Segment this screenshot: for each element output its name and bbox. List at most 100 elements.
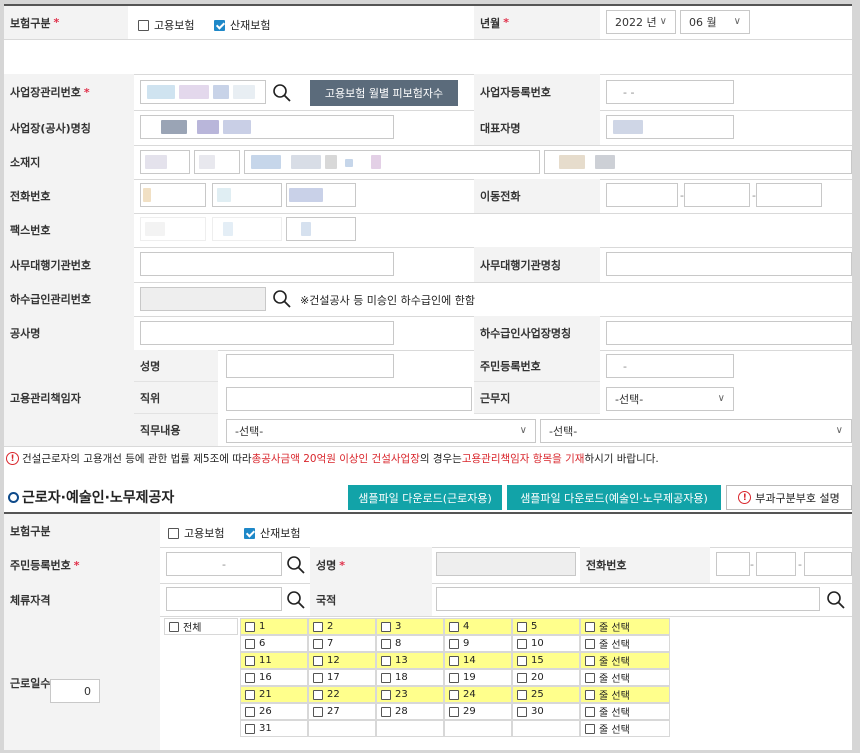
checkbox-box[interactable] bbox=[449, 672, 459, 683]
day-checkbox-29[interactable]: 29 bbox=[444, 703, 512, 720]
row-select-checkbox[interactable]: 줄 선택 bbox=[580, 635, 670, 652]
checkbox-box[interactable] bbox=[517, 689, 527, 700]
day-checkbox-21[interactable]: 21 bbox=[240, 686, 308, 703]
address-detail-input[interactable] bbox=[544, 150, 852, 174]
day-checkbox-28[interactable]: 28 bbox=[376, 703, 444, 720]
row-select-checkbox[interactable]: 줄 선택 bbox=[580, 652, 670, 669]
checkbox-box[interactable] bbox=[517, 706, 527, 717]
day-checkbox-17[interactable]: 17 bbox=[308, 669, 376, 686]
month-select[interactable]: 06 월 ∨ bbox=[680, 10, 750, 34]
project-input[interactable] bbox=[140, 321, 394, 345]
checkbox-box[interactable] bbox=[381, 689, 391, 700]
duty-select-2[interactable]: -선택- ∨ bbox=[540, 419, 852, 443]
checkbox-box[interactable] bbox=[245, 672, 255, 683]
row-select-checkbox[interactable]: 줄 선택 bbox=[580, 703, 670, 720]
manager-position-input[interactable] bbox=[226, 387, 472, 411]
duty-select-1[interactable]: -선택- ∨ bbox=[226, 419, 536, 443]
checkbox-box[interactable] bbox=[245, 655, 255, 666]
subcon-name-input[interactable] bbox=[606, 321, 852, 345]
phone-input-2[interactable] bbox=[212, 183, 282, 207]
day-checkbox-13[interactable]: 13 bbox=[376, 652, 444, 669]
day-checkbox-10[interactable]: 10 bbox=[512, 635, 580, 652]
search-icon[interactable] bbox=[826, 590, 846, 610]
checkbox-box[interactable] bbox=[585, 672, 595, 683]
rep-name-input[interactable] bbox=[606, 115, 734, 139]
day-checkbox-8[interactable]: 8 bbox=[376, 635, 444, 652]
worker-employment-checkbox[interactable]: 고용보험 bbox=[168, 525, 224, 541]
day-checkbox-16[interactable]: 16 bbox=[240, 669, 308, 686]
fax-input-1[interactable] bbox=[140, 217, 206, 241]
day-checkbox-26[interactable]: 26 bbox=[240, 703, 308, 720]
stay-status-input[interactable] bbox=[166, 587, 282, 611]
checkbox-box[interactable] bbox=[313, 689, 323, 700]
zip-input-2[interactable] bbox=[194, 150, 240, 174]
checkbox-box[interactable] bbox=[449, 621, 459, 632]
agency-name-input[interactable] bbox=[606, 252, 852, 276]
employment-insurance-checkbox[interactable]: 고용보험 bbox=[138, 17, 194, 33]
day-checkbox-6[interactable]: 6 bbox=[240, 635, 308, 652]
day-checkbox-9[interactable]: 9 bbox=[444, 635, 512, 652]
worker-phone-input-3[interactable] bbox=[804, 552, 852, 576]
biz-reg-no-input[interactable]: - - bbox=[606, 80, 734, 104]
row-select-checkbox[interactable]: 줄 선택 bbox=[580, 669, 670, 686]
day-checkbox-22[interactable]: 22 bbox=[308, 686, 376, 703]
checkbox-box[interactable] bbox=[245, 638, 255, 649]
sample-download-artist-button[interactable]: 샘플파일 다운로드(예술인·노무제공자용) bbox=[507, 485, 721, 510]
checkbox-box[interactable] bbox=[517, 672, 527, 683]
day-checkbox-7[interactable]: 7 bbox=[308, 635, 376, 652]
day-checkbox-12[interactable]: 12 bbox=[308, 652, 376, 669]
industrial-insurance-checkbox[interactable]: 산재보험 bbox=[214, 17, 270, 33]
checkbox-box[interactable] bbox=[313, 672, 323, 683]
row-select-checkbox[interactable]: 줄 선택 bbox=[580, 686, 670, 703]
checkbox-box[interactable] bbox=[313, 655, 323, 666]
day-checkbox-24[interactable]: 24 bbox=[444, 686, 512, 703]
checkbox-box[interactable] bbox=[517, 621, 527, 632]
day-checkbox-2[interactable]: 2 bbox=[308, 618, 376, 635]
checkbox-box[interactable] bbox=[517, 655, 527, 666]
checkbox-box[interactable] bbox=[381, 655, 391, 666]
day-checkbox-25[interactable]: 25 bbox=[512, 686, 580, 703]
workdays-input[interactable]: 0 bbox=[50, 679, 100, 703]
zip-input-1[interactable] bbox=[140, 150, 190, 174]
day-checkbox-19[interactable]: 19 bbox=[444, 669, 512, 686]
checkbox-box[interactable] bbox=[245, 706, 255, 717]
phone-input-1[interactable] bbox=[140, 183, 206, 207]
phone-input-3[interactable] bbox=[286, 183, 356, 207]
fax-input-2[interactable] bbox=[212, 217, 282, 241]
checkbox-box[interactable] bbox=[585, 689, 595, 700]
checkbox-box[interactable] bbox=[381, 672, 391, 683]
day-checkbox-15[interactable]: 15 bbox=[512, 652, 580, 669]
checkbox-box[interactable] bbox=[381, 621, 391, 632]
checkbox-box[interactable] bbox=[313, 621, 323, 632]
agency-no-input[interactable] bbox=[140, 252, 394, 276]
checkbox-box[interactable] bbox=[381, 638, 391, 649]
search-icon[interactable] bbox=[286, 590, 306, 610]
day-checkbox-3[interactable]: 3 bbox=[376, 618, 444, 635]
checkbox-box[interactable] bbox=[381, 706, 391, 717]
checkbox-box[interactable] bbox=[245, 723, 255, 734]
select-all-checkbox[interactable]: 전체 bbox=[164, 618, 238, 635]
search-icon[interactable] bbox=[272, 83, 292, 103]
checkbox-box[interactable] bbox=[449, 655, 459, 666]
row-select-checkbox[interactable]: 줄 선택 bbox=[580, 618, 670, 635]
day-checkbox-4[interactable]: 4 bbox=[444, 618, 512, 635]
worker-phone-input-1[interactable] bbox=[716, 552, 750, 576]
sample-download-worker-button[interactable]: 샘플파일 다운로드(근로자용) bbox=[348, 485, 502, 510]
year-select[interactable]: 2022 년 ∨ bbox=[606, 10, 676, 34]
checkbox-box[interactable] bbox=[449, 689, 459, 700]
fax-input-3[interactable] bbox=[286, 217, 356, 241]
mobile-input-2[interactable] bbox=[684, 183, 750, 207]
manager-name-input[interactable] bbox=[226, 354, 394, 378]
day-checkbox-14[interactable]: 14 bbox=[444, 652, 512, 669]
checkbox-box[interactable] bbox=[313, 706, 323, 717]
checkbox-box[interactable] bbox=[585, 655, 595, 666]
worker-rrn-input[interactable]: - bbox=[166, 552, 282, 576]
checkbox-box[interactable] bbox=[585, 706, 595, 717]
checkbox-box[interactable] bbox=[585, 638, 595, 649]
address-input[interactable] bbox=[244, 150, 540, 174]
day-checkbox-20[interactable]: 20 bbox=[512, 669, 580, 686]
checkbox-box[interactable] bbox=[585, 723, 595, 734]
search-icon[interactable] bbox=[272, 289, 292, 309]
manager-rrn-input[interactable]: - bbox=[606, 354, 734, 378]
subcon-no-input[interactable] bbox=[140, 287, 266, 311]
